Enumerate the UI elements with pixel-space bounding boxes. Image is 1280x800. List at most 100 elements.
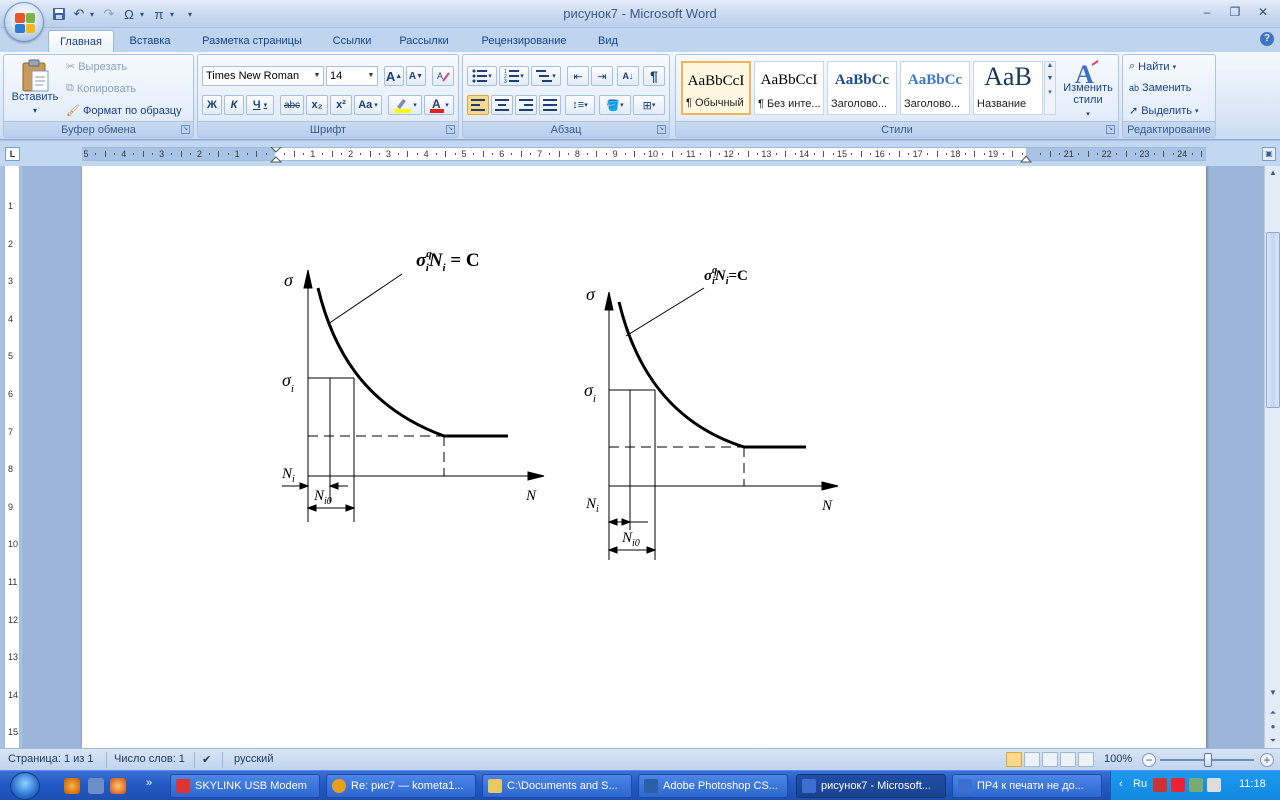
font-name-dropdown-icon[interactable]: ▼ [311, 67, 323, 85]
view-ruler-icon[interactable]: ▣ [1262, 147, 1276, 161]
word-count-status[interactable]: Число слов: 1 [114, 753, 185, 765]
find-button[interactable]: ⌕ Найти ▾ [1129, 60, 1176, 73]
close-button[interactable]: ✕ [1254, 4, 1272, 20]
tray-app-icon[interactable] [1153, 778, 1167, 792]
tab-home[interactable]: Главная [48, 30, 114, 52]
align-left-icon[interactable] [467, 95, 489, 115]
styles-launcher-icon[interactable]: ↘ [1106, 125, 1115, 134]
vertical-scrollbar[interactable]: ▲ ▼ ⏶ ● ⏷ [1264, 166, 1280, 748]
indent-marker-icon[interactable] [270, 147, 282, 163]
document-page[interactable]: σ σi Ni Ni0 N σq iNi = C σ σi Ni Ni0 N σq… [82, 166, 1206, 748]
style-title[interactable]: AaB Название [973, 61, 1043, 115]
web-layout-view-icon[interactable] [1042, 752, 1058, 767]
start-button[interactable] [10, 772, 40, 800]
font-name-combo[interactable]: Times New Roman ▼ [202, 66, 324, 86]
font-launcher-icon[interactable]: ↘ [446, 125, 455, 134]
justify-icon[interactable] [539, 95, 561, 115]
tray-network-icon[interactable] [1189, 778, 1203, 792]
language-status[interactable]: русский [234, 753, 273, 765]
tab-review[interactable]: Рецензирование [468, 30, 580, 52]
task-explorer[interactable]: C:\Documents and S... [482, 774, 632, 798]
tab-insert[interactable]: Вставка [120, 30, 180, 52]
format-painter-button[interactable]: 🖌 Формат по образцу [66, 104, 182, 118]
scrollbar-thumb[interactable] [1266, 232, 1280, 408]
help-icon[interactable]: ? [1260, 32, 1274, 46]
align-right-icon[interactable] [515, 95, 537, 115]
browse-object-icon[interactable]: ● [1266, 720, 1280, 734]
gallery-more-icon[interactable]: ▾ [1045, 88, 1055, 96]
cut-button[interactable]: ✂ Вырезать [66, 60, 127, 74]
draft-view-icon[interactable] [1078, 752, 1094, 767]
tab-view[interactable]: Вид [590, 30, 626, 52]
grow-font-button[interactable]: A ▲ [384, 66, 404, 86]
task-word-2[interactable]: ПР4 к печати не до... [952, 774, 1102, 798]
firefox-icon[interactable] [110, 778, 126, 794]
zoom-slider-thumb[interactable] [1204, 753, 1212, 767]
right-indent-marker-icon[interactable] [1020, 151, 1032, 163]
scroll-down-icon[interactable]: ▼ [1266, 686, 1280, 700]
align-center-icon[interactable] [491, 95, 513, 115]
font-size-dropdown-icon[interactable]: ▼ [365, 67, 377, 85]
change-case-button[interactable]: Aa ▾ [354, 95, 382, 115]
show-formatting-marks-button[interactable]: ¶ [643, 66, 665, 86]
task-word-active[interactable]: рисунок7 - Microsoft... [796, 774, 946, 798]
tray-language[interactable]: Ru [1133, 778, 1147, 790]
spelling-check-icon[interactable]: ✔ [202, 753, 211, 766]
highlight-color-button[interactable]: ▾ [388, 95, 422, 115]
quicklaunch-app-icon[interactable] [64, 778, 80, 794]
shading-button[interactable]: 🪣 ▾ [599, 95, 631, 115]
tray-volume-icon[interactable] [1207, 778, 1221, 792]
horizontal-ruler[interactable]: 5 4 3 2 1 1 2 3 4 5 6 7 8 9 10 11 12 13 14 15 16 17 18 19 21 22 23… [82, 147, 1206, 163]
zoom-level[interactable]: 100% [1104, 753, 1132, 765]
style-heading-1[interactable]: AaBbCc Заголово... [827, 61, 897, 115]
minimize-button[interactable]: – [1198, 4, 1216, 20]
task-photoshop[interactable]: Adobe Photoshop CS... [638, 774, 788, 798]
style-heading-2[interactable]: AaBbCc Заголово... [900, 61, 970, 115]
bold-button[interactable]: Ж [202, 95, 222, 115]
zoom-out-icon[interactable]: − [1142, 753, 1156, 767]
italic-button[interactable]: К [224, 95, 244, 115]
borders-button[interactable]: ⊞ ▾ [633, 95, 665, 115]
paste-button[interactable]: Вставить ▾ [8, 57, 62, 119]
tray-expand-icon[interactable]: ‹ [1119, 778, 1123, 790]
copy-button[interactable]: ⧉ Копировать [66, 82, 136, 95]
clock[interactable]: 11:18 [1239, 778, 1266, 790]
select-button[interactable]: ➚ Выделить ▾ [1129, 104, 1198, 118]
clipboard-launcher-icon[interactable]: ↘ [181, 125, 190, 134]
numbering-button[interactable]: 123 ▾ [499, 66, 529, 86]
bullets-button[interactable]: ▾ [467, 66, 497, 86]
quicklaunch-more-icon[interactable]: » [146, 777, 152, 789]
full-screen-reading-view-icon[interactable] [1024, 752, 1040, 767]
page-count-status[interactable]: Страница: 1 из 1 [8, 753, 94, 765]
subscript-button[interactable]: x₂ [306, 95, 328, 115]
tray-antivirus-icon[interactable] [1171, 778, 1185, 792]
increase-indent-icon[interactable]: ⇥ [591, 66, 613, 86]
office-button[interactable] [4, 2, 44, 42]
zoom-in-icon[interactable]: + [1260, 753, 1274, 767]
print-layout-view-icon[interactable] [1006, 752, 1022, 767]
tab-references[interactable]: Ссылки [324, 30, 380, 52]
font-size-combo[interactable]: 14 ▼ [326, 66, 378, 86]
task-browser[interactable]: Re: рис7 — kometa1... [326, 774, 476, 798]
multilevel-list-button[interactable]: ▾ [531, 66, 561, 86]
decrease-indent-icon[interactable]: ⇤ [567, 66, 589, 86]
replace-button[interactable]: ab Заменить [1129, 82, 1191, 94]
change-styles-button[interactable]: A Изменить стили ▾ [1060, 59, 1116, 121]
underline-button[interactable]: Ч ▾ [246, 95, 274, 115]
gallery-down-icon[interactable]: ▼ [1045, 75, 1055, 82]
restore-button[interactable]: ❐ [1226, 4, 1244, 20]
line-spacing-button[interactable]: ↕≡ ▾ [565, 95, 595, 115]
style-normal[interactable]: AaBbCcI ¶ Обычный [681, 61, 751, 115]
tab-page-layout[interactable]: Разметка страницы [190, 30, 314, 52]
superscript-button[interactable]: x² [330, 95, 352, 115]
task-skylink[interactable]: SKYLINK USB Modem [170, 774, 320, 798]
styles-gallery-scroll[interactable]: ▲ ▼ ▾ [1044, 61, 1056, 115]
gallery-up-icon[interactable]: ▲ [1045, 62, 1055, 69]
sort-icon[interactable]: A↓ [617, 66, 639, 86]
tab-selector-button[interactable]: L [5, 147, 20, 161]
outline-view-icon[interactable] [1060, 752, 1076, 767]
previous-page-icon[interactable]: ⏶ [1266, 706, 1280, 720]
tab-mailings[interactable]: Рассылки [390, 30, 458, 52]
vertical-ruler[interactable]: 1 2 3 4 5 6 7 8 9 10 11 12 13 14 15 [4, 166, 20, 748]
shrink-font-button[interactable]: A ▼ [406, 66, 426, 86]
